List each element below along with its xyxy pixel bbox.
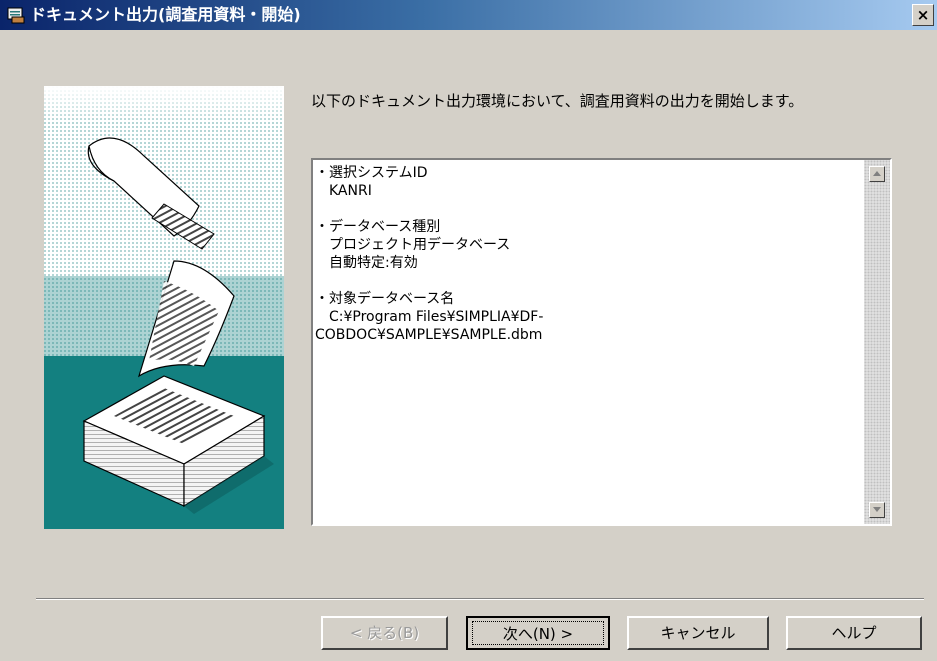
close-button[interactable]: × xyxy=(912,4,934,26)
db-name-value-line2: COBDOC¥SAMPLE¥SAMPLE.dbm xyxy=(315,327,543,343)
db-type-heading: ・データベース種別 xyxy=(315,219,441,235)
cancel-button[interactable]: キャンセル xyxy=(627,616,769,650)
next-button[interactable]: 次へ(N) > xyxy=(466,616,610,650)
intro-text: 以下のドキュメント出力環境において、調査用資料の出力を開始します。 xyxy=(311,92,804,110)
document-output-illustration xyxy=(44,86,284,529)
button-separator xyxy=(36,598,924,600)
next-button-label: 次へ(N) > xyxy=(472,621,604,645)
db-name-value-line1: C:¥Program Files¥SIMPLIA¥DF- xyxy=(329,309,544,325)
scroll-up-arrow-icon[interactable] xyxy=(869,166,885,182)
help-button[interactable]: ヘルプ xyxy=(786,616,922,650)
window-icon xyxy=(7,7,25,24)
auto-detect-value: 自動特定:有効 xyxy=(329,255,418,271)
scroll-down-arrow-icon[interactable] xyxy=(869,502,885,518)
window-title: ドキュメント出力(調査用資料・開始) xyxy=(30,5,301,24)
db-name-heading: ・対象データベース名 xyxy=(315,291,455,307)
system-id-section: ・選択システムID KANRI xyxy=(315,164,855,200)
back-button[interactable]: < 戻る(B) xyxy=(321,616,448,650)
vertical-scrollbar[interactable] xyxy=(864,160,890,524)
environment-info-text: ・選択システムID KANRI ・データベース種別 プロジェクト用データベース … xyxy=(315,164,855,362)
environment-info-box[interactable]: ・選択システムID KANRI ・データベース種別 プロジェクト用データベース … xyxy=(311,158,892,526)
title-bar: ドキュメント出力(調査用資料・開始) × xyxy=(0,0,937,30)
db-name-section: ・対象データベース名 C:¥Program Files¥SIMPLIA¥DF- … xyxy=(315,290,855,344)
db-type-section: ・データベース種別 プロジェクト用データベース 自動特定:有効 xyxy=(315,218,855,272)
system-id-heading: ・選択システムID xyxy=(315,165,428,181)
system-id-value: KANRI xyxy=(329,183,372,199)
db-type-value: プロジェクト用データベース xyxy=(329,237,511,253)
